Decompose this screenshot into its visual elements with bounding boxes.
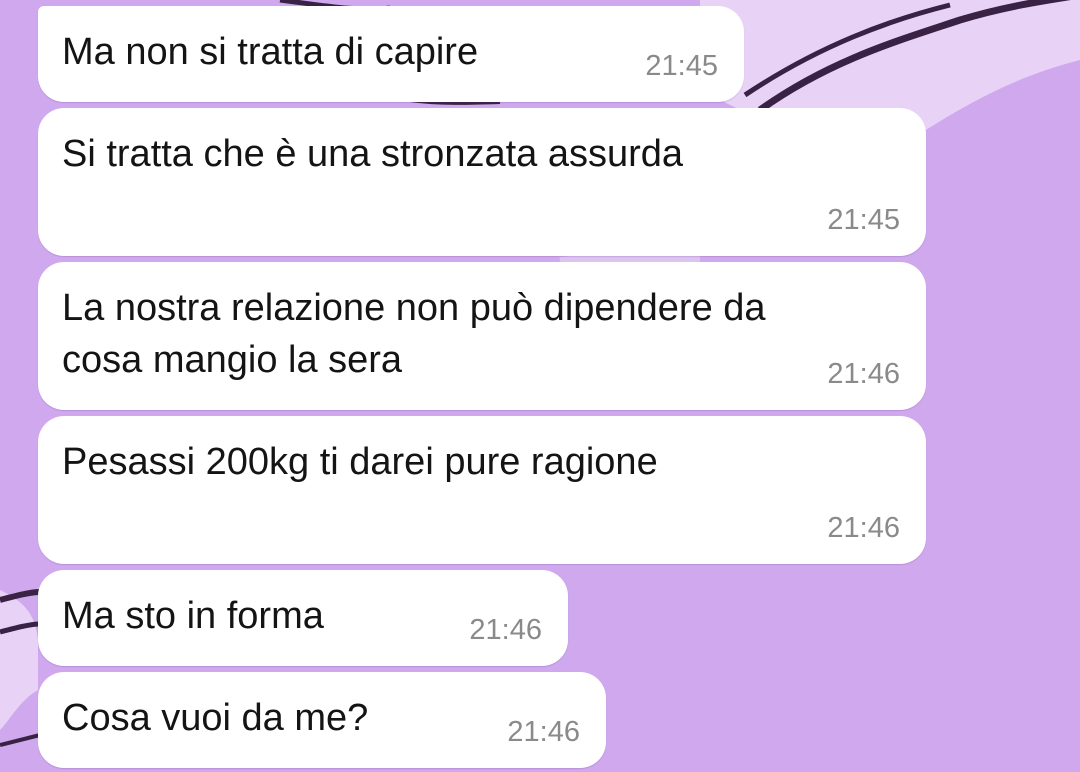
- message-bubble[interactable]: Cosa vuoi da me? 21:46: [38, 672, 606, 768]
- message-bubble[interactable]: Ma non si tratta di capire 21:45: [38, 6, 744, 102]
- message-time: 21:46: [827, 512, 900, 544]
- message-time: 21:45: [645, 50, 718, 82]
- message-list: Ma non si tratta di capire 21:45 Si trat…: [0, 0, 1080, 772]
- message-text: Pesassi 200kg ti darei pure ragione: [62, 441, 658, 483]
- message-text: La nostra relazione non può dipendere da…: [62, 287, 766, 381]
- message-time: 21:45: [827, 204, 900, 236]
- message-text: Cosa vuoi da me?: [62, 697, 369, 739]
- message-bubble[interactable]: Ma sto in forma 21:46: [38, 570, 568, 666]
- message-time: 21:46: [827, 358, 900, 390]
- message-time: 21:46: [469, 614, 542, 646]
- message-text: Ma non si tratta di capire: [62, 31, 479, 73]
- message-time: 21:46: [507, 716, 580, 748]
- bubble-tail: [58, 12, 82, 34]
- message-bubble[interactable]: Si tratta che è una stronzata assurda 21…: [38, 108, 926, 256]
- message-bubble[interactable]: Pesassi 200kg ti darei pure ragione 21:4…: [38, 416, 926, 564]
- message-bubble[interactable]: La nostra relazione non può dipendere da…: [38, 262, 926, 410]
- message-text: Si tratta che è una stronzata assurda: [62, 133, 684, 175]
